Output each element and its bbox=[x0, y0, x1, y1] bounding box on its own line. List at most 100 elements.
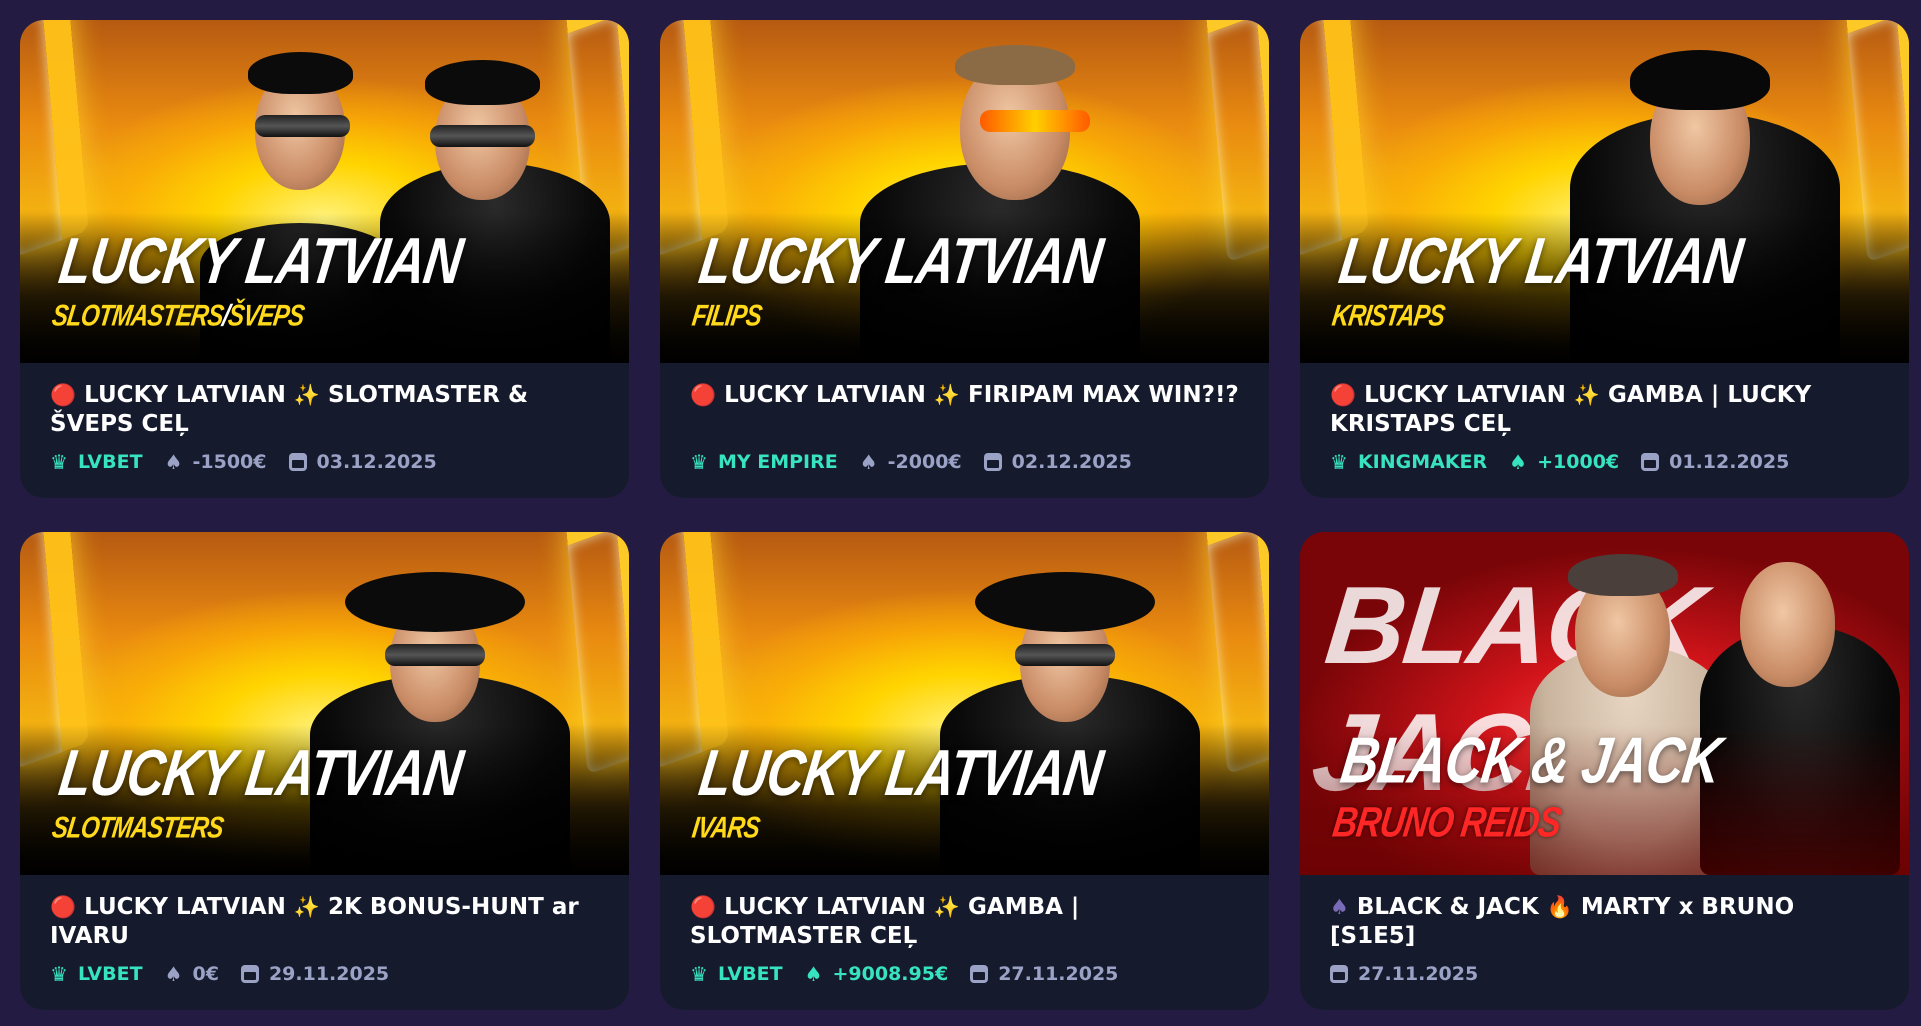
thumbnail-title: LUCKY LATVIAN bbox=[54, 737, 467, 811]
stream-card[interactable]: LUCKY LATVIAN FILIPS 🔴 LUCKY LATVIAN ✨ F… bbox=[660, 20, 1269, 498]
live-dot-icon: 🔴 bbox=[1330, 383, 1357, 407]
stream-info: 🔴 LUCKY LATVIAN ✨ SLOTMASTER & ŠVEPS CEĻ… bbox=[20, 363, 629, 477]
stream-card[interactable]: LUCKY LATVIAN SLOTMASTERS 🔴 LUCKY LATVIA… bbox=[20, 532, 629, 1010]
thumbnail-subtitle: FILIPS bbox=[690, 299, 764, 333]
live-dot-icon: 🔴 bbox=[690, 895, 717, 919]
sparkle-icon: ✨ bbox=[933, 895, 960, 919]
spade-icon: ♠ bbox=[804, 962, 823, 986]
thumbnail-subtitle: BRUNO REIDS bbox=[1329, 798, 1564, 847]
thumbnail-brand: LUCKY LATVIAN SLOTMASTERS/ŠVEPS bbox=[50, 225, 467, 334]
stream-title[interactable]: 🔴 LUCKY LATVIAN ✨ 2K BONUS-HUNT ar IVARU bbox=[50, 893, 599, 951]
hood-icon bbox=[1630, 50, 1770, 110]
stream-date: 01.12.2025 bbox=[1641, 451, 1789, 473]
crown-icon: ♛ bbox=[50, 450, 68, 474]
casino-brand: ♛ KINGMAKER bbox=[1330, 450, 1488, 474]
thumbnail-brand: LUCKY LATVIAN FILIPS bbox=[690, 225, 1107, 334]
stream-date: 29.11.2025 bbox=[240, 963, 389, 985]
sparkle-icon: ✨ bbox=[293, 383, 320, 407]
stream-card[interactable]: LUCKY LATVIAN IVARS 🔴 LUCKY LATVIAN ✨ GA… bbox=[660, 532, 1269, 1010]
stream-thumbnail[interactable]: LUCKY LATVIAN IVARS bbox=[660, 532, 1269, 875]
stream-card[interactable]: LUCKY LATVIAN KRISTAPS 🔴 LUCKY LATVIAN ✨… bbox=[1300, 20, 1909, 498]
host-head bbox=[1740, 562, 1835, 687]
stream-title[interactable]: 🔴 LUCKY LATVIAN ✨ SLOTMASTER & ŠVEPS CEĻ bbox=[50, 381, 599, 439]
live-dot-icon: 🔴 bbox=[50, 895, 77, 919]
stream-info: 🔴 LUCKY LATVIAN ✨ GAMBA | SLOTMASTER CEĻ… bbox=[660, 875, 1269, 989]
casino-brand: ♛ LVBET bbox=[690, 962, 783, 986]
calendar-icon bbox=[970, 965, 989, 983]
stream-thumbnail[interactable]: LUCKY LATVIAN KRISTAPS bbox=[1300, 20, 1909, 363]
stream-thumbnail[interactable]: LUCKY LATVIAN SLOTMASTERS/ŠVEPS bbox=[20, 20, 629, 363]
sparkle-icon: ✨ bbox=[293, 895, 320, 919]
stream-meta: 27.11.2025 bbox=[1330, 959, 1879, 989]
crown-icon: ♛ bbox=[50, 962, 68, 986]
stream-meta: ♛ LVBET ♠ +9008.95€ 27.11.2025 bbox=[690, 959, 1239, 989]
spade-icon: ♠ bbox=[1330, 895, 1349, 919]
stream-title[interactable]: 🔴 LUCKY LATVIAN ✨ GAMBA | LUCKY KRISTAPS… bbox=[1330, 381, 1879, 439]
hat-icon bbox=[975, 572, 1155, 632]
stream-info: ♠ BLACK & JACK 🔥 MARTY x BRUNO [S1E5] 27… bbox=[1300, 875, 1909, 989]
spade-icon: ♠ bbox=[859, 450, 878, 474]
crown-icon: ♛ bbox=[690, 450, 708, 474]
spade-icon: ♠ bbox=[164, 962, 183, 986]
stream-date: 27.11.2025 bbox=[970, 963, 1118, 985]
stream-thumbnail[interactable]: LUCKY LATVIAN SLOTMASTERS bbox=[20, 532, 629, 875]
cap-icon bbox=[248, 52, 353, 94]
stream-card[interactable]: LUCKY LATVIAN SLOTMASTERS/ŠVEPS 🔴 LUCKY … bbox=[20, 20, 629, 498]
calendar-icon bbox=[288, 453, 307, 471]
sparkle-icon: ✨ bbox=[1573, 383, 1600, 407]
thumbnail-subtitle: KRISTAPS bbox=[1330, 299, 1447, 333]
stream-meta: ♛ MY EMPIRE ♠ -2000€ 02.12.2025 bbox=[690, 447, 1239, 477]
thumbnail-brand: BLACK & JACK BRUNO REIDS bbox=[1329, 725, 1725, 847]
thumbnail-brand: LUCKY LATVIAN SLOTMASTERS bbox=[50, 737, 467, 846]
spade-icon: ♠ bbox=[164, 450, 183, 474]
stream-result: ♠ +1000€ bbox=[1509, 450, 1620, 474]
thumbnail-subtitle: IVARS bbox=[690, 811, 762, 845]
thumbnail-subtitle: SLOTMASTERS/ŠVEPS bbox=[50, 299, 306, 333]
casino-brand: ♛ LVBET bbox=[50, 450, 143, 474]
thumbnail-title: BLACK & JACK bbox=[1336, 725, 1725, 798]
stream-thumbnail[interactable]: LUCKY LATVIAN FILIPS bbox=[660, 20, 1269, 363]
stream-info: 🔴 LUCKY LATVIAN ✨ FIRIPAM MAX WIN?!? ♛ MY… bbox=[660, 363, 1269, 477]
crown-icon: ♛ bbox=[690, 962, 708, 986]
stream-title[interactable]: 🔴 LUCKY LATVIAN ✨ FIRIPAM MAX WIN?!? bbox=[690, 381, 1239, 439]
stream-title[interactable]: ♠ BLACK & JACK 🔥 MARTY x BRUNO [S1E5] bbox=[1330, 893, 1879, 951]
stream-info: 🔴 LUCKY LATVIAN ✨ 2K BONUS-HUNT ar IVARU… bbox=[20, 875, 629, 989]
calendar-icon bbox=[240, 965, 259, 983]
sunglasses-icon bbox=[1015, 644, 1115, 666]
stream-result: ♠ -1500€ bbox=[164, 450, 267, 474]
stream-result: ♠ 0€ bbox=[164, 962, 219, 986]
stream-meta: ♛ KINGMAKER ♠ +1000€ 01.12.2025 bbox=[1330, 447, 1879, 477]
stream-meta: ♛ LVBET ♠ 0€ 29.11.2025 bbox=[50, 959, 599, 989]
stream-card[interactable]: BLACK JACK BLACK & JACK BRUNO REIDS ♠ BL… bbox=[1300, 532, 1909, 1010]
casino-brand: ♛ LVBET bbox=[50, 962, 143, 986]
thumbnail-brand: LUCKY LATVIAN KRISTAPS bbox=[1330, 225, 1747, 334]
thumbnail-subtitle: SLOTMASTERS bbox=[50, 811, 226, 845]
hair bbox=[955, 45, 1075, 85]
stream-grid: LUCKY LATVIAN SLOTMASTERS/ŠVEPS 🔴 LUCKY … bbox=[20, 20, 1909, 1010]
hat-icon bbox=[345, 572, 525, 632]
cap-icon bbox=[425, 60, 540, 105]
thumbnail-brand: LUCKY LATVIAN IVARS bbox=[690, 737, 1107, 846]
stream-thumbnail[interactable]: BLACK JACK BLACK & JACK BRUNO REIDS bbox=[1300, 532, 1909, 875]
sunglasses-icon bbox=[255, 115, 350, 137]
live-dot-icon: 🔴 bbox=[690, 383, 717, 407]
sunglasses-icon bbox=[980, 110, 1090, 132]
stream-info: 🔴 LUCKY LATVIAN ✨ GAMBA | LUCKY KRISTAPS… bbox=[1300, 363, 1909, 477]
calendar-icon bbox=[1641, 453, 1660, 471]
thumbnail-title: LUCKY LATVIAN bbox=[1334, 225, 1747, 299]
casino-brand: ♛ MY EMPIRE bbox=[690, 450, 838, 474]
stream-date: 02.12.2025 bbox=[983, 451, 1132, 473]
stream-title[interactable]: 🔴 LUCKY LATVIAN ✨ GAMBA | SLOTMASTER CEĻ bbox=[690, 893, 1239, 951]
stream-date: 27.11.2025 bbox=[1330, 963, 1478, 985]
sparkle-icon: ✨ bbox=[933, 383, 960, 407]
stream-date: 03.12.2025 bbox=[288, 451, 437, 473]
live-dot-icon: 🔴 bbox=[50, 383, 77, 407]
thumbnail-title: LUCKY LATVIAN bbox=[54, 225, 467, 299]
sunglasses-icon bbox=[385, 644, 485, 666]
stream-meta: ♛ LVBET ♠ -1500€ 03.12.2025 bbox=[50, 447, 599, 477]
thumbnail-title: LUCKY LATVIAN bbox=[694, 225, 1107, 299]
stream-result: ♠ +9008.95€ bbox=[804, 962, 949, 986]
fire-icon: 🔥 bbox=[1546, 895, 1573, 919]
stream-result: ♠ -2000€ bbox=[859, 450, 962, 474]
thumbnail-title: LUCKY LATVIAN bbox=[694, 737, 1107, 811]
